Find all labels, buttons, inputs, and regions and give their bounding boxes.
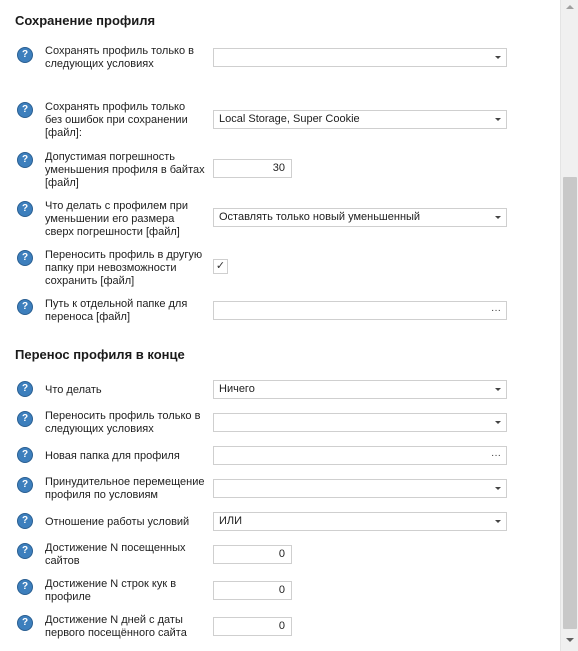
browse-button[interactable]: ···	[491, 447, 501, 464]
label-transfer-conditions: Переносить профиль только в следующих ус…	[45, 410, 201, 435]
help-icon[interactable]: ?	[17, 447, 33, 463]
scrollbar-thumb[interactable]	[563, 177, 577, 629]
cookie-lines-input[interactable]: 0	[213, 581, 292, 600]
what-to-do-select[interactable]: Ничего	[213, 380, 507, 399]
move-path-input[interactable]: ···	[213, 301, 507, 320]
browse-button[interactable]: ···	[491, 302, 501, 319]
help-icon[interactable]: ?	[17, 411, 33, 427]
help-icon[interactable]: ?	[17, 201, 33, 217]
forced-move-select[interactable]	[213, 479, 507, 498]
label-days-since-first: Достижение N дней с даты первого посещён…	[45, 614, 187, 639]
chevron-down-icon	[495, 487, 501, 490]
new-folder-input[interactable]: ···	[213, 446, 507, 465]
save-no-errors-select[interactable]: Local Storage, Super Cookie	[213, 110, 507, 129]
help-icon[interactable]: ?	[17, 513, 33, 529]
what-to-do-value: Ничего	[219, 383, 255, 395]
help-icon[interactable]: ?	[17, 381, 33, 397]
label-conditions-relation: Отношение работы условий	[45, 516, 190, 528]
on-shrink-select[interactable]: Оставлять только новый уменьшенный	[213, 208, 507, 227]
chevron-down-icon	[495, 520, 501, 523]
label-cookie-lines: Достижение N строк кук в профиле	[45, 578, 177, 603]
save-conditions-select[interactable]	[213, 48, 507, 67]
label-what-to-do: Что делать	[45, 384, 102, 396]
chevron-down-icon	[495, 56, 501, 59]
tolerance-input[interactable]: 30	[213, 159, 292, 178]
move-on-fail-checkbox[interactable]: ✓	[213, 259, 228, 274]
scroll-down-icon[interactable]	[566, 638, 574, 642]
label-sites-visited: Достижение N посещенных сайтов	[45, 542, 186, 567]
label-on-shrink: Что делать с профилем при уменьшении его…	[45, 200, 189, 238]
help-icon[interactable]: ?	[17, 47, 33, 63]
days-since-first-input[interactable]: 0	[213, 617, 292, 636]
help-icon[interactable]: ?	[17, 477, 33, 493]
label-save-no-errors: Сохранять профиль только без ошибок при …	[45, 101, 188, 139]
chevron-down-icon	[495, 216, 501, 219]
help-icon[interactable]: ?	[17, 543, 33, 559]
chevron-down-icon	[495, 421, 501, 424]
chevron-down-icon	[495, 388, 501, 391]
help-icon[interactable]: ?	[17, 102, 33, 118]
help-icon[interactable]: ?	[17, 615, 33, 631]
section-title-transfer: Перенос профиля в конце	[15, 347, 185, 362]
label-forced-move: Принудительное перемещение профиля по ус…	[45, 476, 205, 501]
label-save-conditions: Сохранять профиль только в следующих усл…	[45, 45, 195, 70]
help-icon[interactable]: ?	[17, 579, 33, 595]
transfer-conditions-select[interactable]	[213, 413, 507, 432]
help-icon[interactable]: ?	[17, 152, 33, 168]
sites-visited-input[interactable]: 0	[213, 545, 292, 564]
scroll-up-icon[interactable]	[566, 5, 574, 9]
label-new-folder: Новая папка для профиля	[45, 450, 180, 462]
conditions-relation-select[interactable]: ИЛИ	[213, 512, 507, 531]
chevron-down-icon	[495, 118, 501, 121]
conditions-relation-value: ИЛИ	[219, 515, 243, 527]
help-icon[interactable]: ?	[17, 299, 33, 315]
section-title-save: Сохранение профиля	[15, 13, 156, 28]
help-icon[interactable]: ?	[17, 250, 33, 266]
save-no-errors-value: Local Storage, Super Cookie	[219, 113, 360, 125]
label-move-on-fail: Переносить профиль в другую папку при не…	[45, 249, 203, 287]
on-shrink-value: Оставлять только новый уменьшенный	[219, 211, 421, 223]
vertical-scrollbar[interactable]	[560, 0, 578, 651]
label-move-path: Путь к отдельной папке для переноса [фай…	[45, 298, 188, 323]
settings-panel: Сохранение профиля ? Сохранять профиль т…	[0, 0, 560, 651]
label-tolerance: Допустимая погрешность уменьшения профил…	[45, 151, 205, 189]
